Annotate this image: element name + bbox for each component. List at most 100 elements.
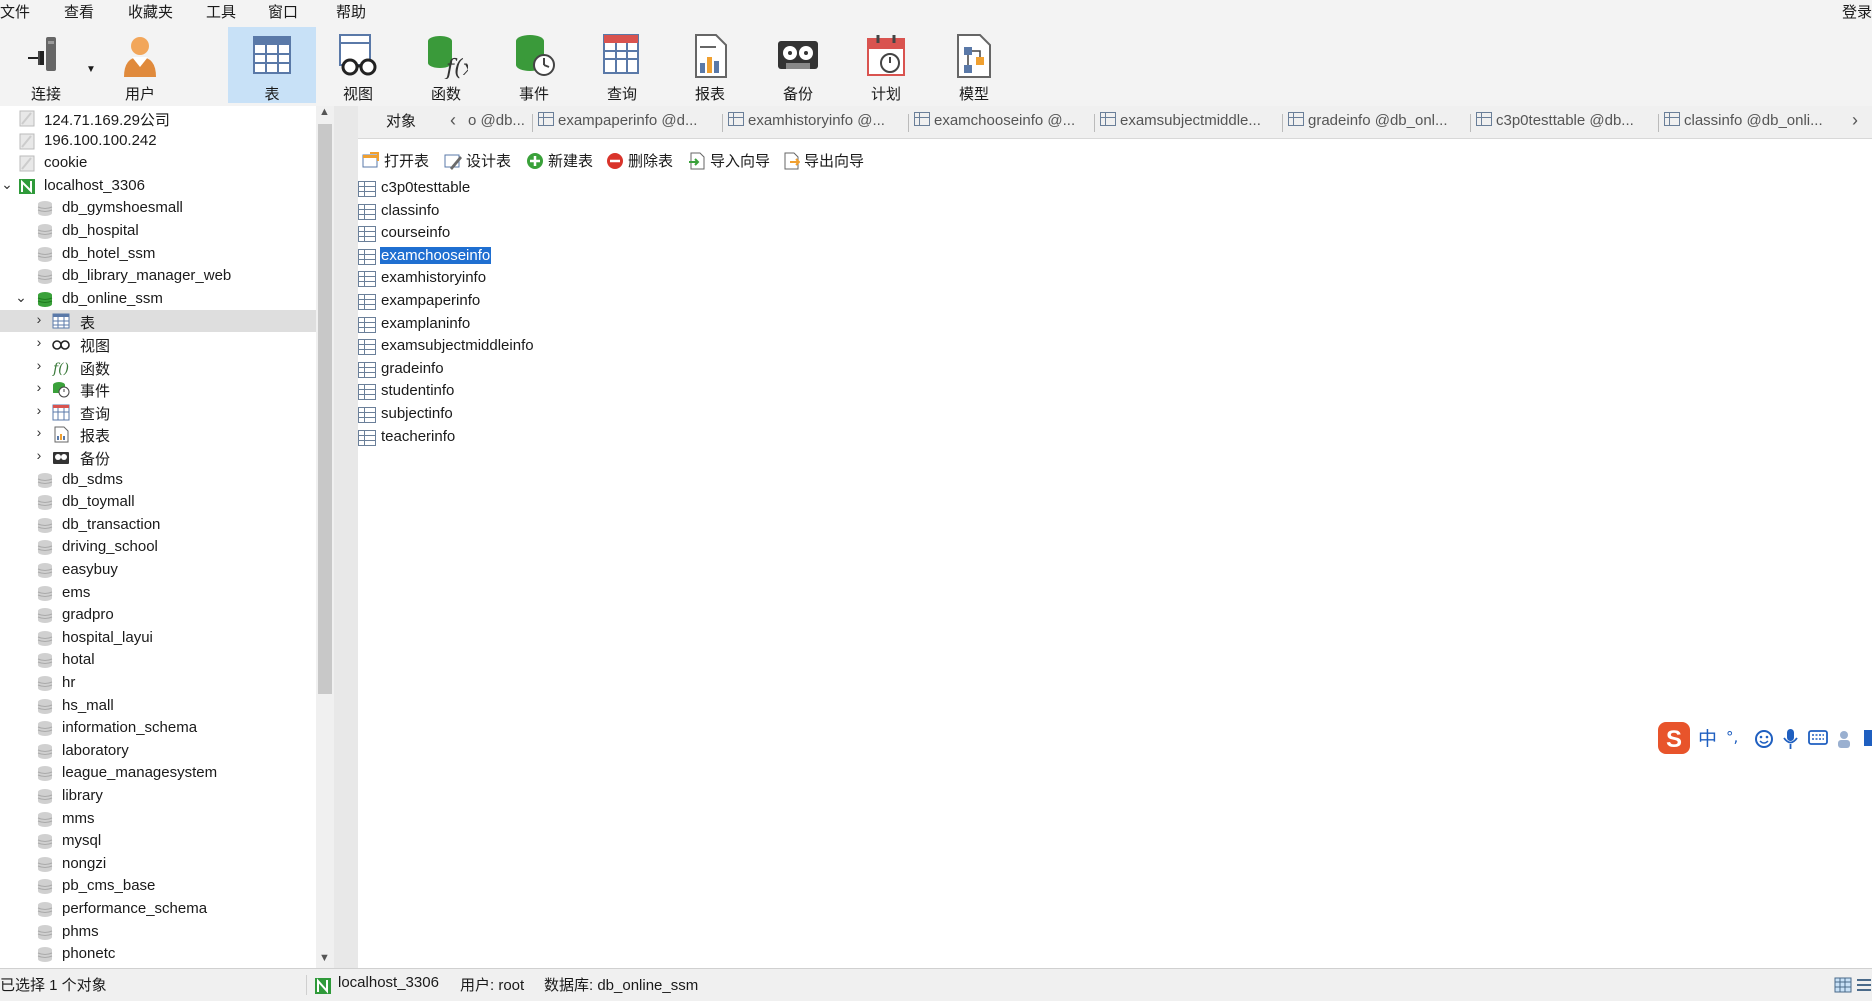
action-button-5[interactable]: 导出向导 (782, 150, 864, 171)
tab-scroll-left-icon[interactable]: ‹ (450, 110, 456, 131)
toolbox-icon[interactable] (1864, 730, 1872, 746)
menu-item-3[interactable]: 工具 (206, 1, 236, 22)
tree-item[interactable]: gradpro (0, 604, 316, 626)
action-button-3[interactable]: 删除表 (606, 150, 673, 171)
tree-item[interactable]: hospital_layui (0, 627, 316, 649)
document-tab[interactable]: classinfo @db_onli... (1664, 112, 1844, 134)
menu-item-4[interactable]: 窗口 (268, 1, 298, 22)
expand-icon[interactable]: › (32, 447, 46, 463)
tree-item[interactable]: ⌄ localhost_3306 (0, 175, 316, 197)
tree-item[interactable]: hr (0, 672, 316, 694)
expand-icon[interactable]: › (32, 334, 46, 350)
tab-scroll-right-icon[interactable]: › (1852, 110, 1858, 131)
document-tab[interactable]: o @db... (468, 112, 526, 134)
tree-item[interactable]: db_hotel_ssm (0, 243, 316, 265)
keyboard-icon[interactable] (1808, 730, 1828, 745)
tree-item[interactable]: library (0, 785, 316, 807)
tree-item[interactable]: › 报表 (0, 423, 316, 445)
toolbar-button-2[interactable]: 表 (228, 27, 316, 103)
collapse-icon[interactable]: ⌄ (14, 289, 28, 306)
tree-item[interactable]: › 事件 (0, 378, 316, 400)
action-button-4[interactable]: 导入向导 (688, 150, 770, 171)
expand-icon[interactable]: › (32, 424, 46, 440)
tree-item[interactable]: db_transaction (0, 514, 316, 536)
connection-dropdown-icon[interactable]: ▼ (86, 64, 96, 75)
tree-item[interactable]: phonetc (0, 943, 316, 965)
tree-item[interactable]: league_managesystem (0, 762, 316, 784)
tree-item[interactable]: › f() 函数 (0, 356, 316, 378)
tree-item[interactable]: › 查询 (0, 401, 316, 423)
tree-item[interactable]: db_toymall (0, 491, 316, 513)
menu-item-2[interactable]: 收藏夹 (128, 1, 173, 22)
login-button[interactable]: 登录 (1842, 1, 1872, 22)
tree-item[interactable]: performance_schema (0, 898, 316, 920)
action-button-0[interactable]: 打开表 (362, 150, 429, 171)
action-button-1[interactable]: 设计表 (444, 150, 511, 171)
sidebar-scroll-thumb[interactable] (318, 124, 332, 694)
toolbar-button-8[interactable]: 备份 (754, 27, 842, 103)
menu-item-1[interactable]: 查看 (64, 1, 94, 22)
tree-item[interactable]: information_schema (0, 717, 316, 739)
tree-item[interactable]: › 视图 (0, 333, 316, 355)
table-icon (914, 112, 930, 126)
toolbar-button-4[interactable]: f(x) 函数 (402, 27, 490, 103)
tree-item[interactable]: db_library_manager_web (0, 265, 316, 287)
skin-icon[interactable] (1838, 731, 1850, 748)
microphone-icon[interactable] (1783, 729, 1798, 749)
tab-objects[interactable]: 对象 (358, 106, 444, 138)
tree-item[interactable]: ⌄ db_online_ssm (0, 288, 316, 310)
ime-punct-label[interactable]: °, (1726, 728, 1738, 746)
document-tab[interactable]: c3p0testtable @db... (1476, 112, 1650, 134)
tree-item[interactable]: mms (0, 808, 316, 830)
grid-view-icon[interactable] (1834, 977, 1852, 993)
tree-item[interactable]: nongzi (0, 853, 316, 875)
expand-icon[interactable]: › (32, 357, 46, 373)
toolbar-button-6[interactable]: 查询 (578, 27, 666, 103)
menu-item-0[interactable]: 文件 (0, 1, 30, 22)
tree-item[interactable]: › 备份 (0, 446, 316, 468)
tree-item[interactable]: driving_school (0, 536, 316, 558)
sidebar-scrollbar[interactable]: ▲ ▼ (316, 106, 334, 968)
toolbar-button-0[interactable]: 连接 (2, 27, 90, 103)
ime-toolbar[interactable]: S 中 °, (1656, 720, 1872, 756)
tree-item[interactable]: db_gymshoesmall (0, 197, 316, 219)
tree-item[interactable]: 196.100.100.242 (0, 130, 316, 152)
list-view-icon[interactable] (1856, 977, 1872, 993)
collapse-icon[interactable]: ⌄ (0, 176, 14, 193)
tree-item[interactable]: easybuy (0, 559, 316, 581)
toolbar-button-7[interactable]: 报表 (666, 27, 754, 103)
tree-item[interactable]: phms (0, 921, 316, 943)
scroll-down-icon[interactable]: ▼ (319, 952, 330, 964)
tree-item[interactable]: cookie (0, 152, 316, 174)
toolbar-button-5[interactable]: 事件 (490, 27, 578, 103)
toolbar-button-3[interactable]: 视图 (314, 27, 402, 103)
table-icon (1288, 112, 1304, 126)
document-tab[interactable]: examchooseinfo @... (914, 112, 1086, 134)
ime-language-label[interactable]: 中 (1698, 728, 1717, 750)
tree-item[interactable]: db_hospital (0, 220, 316, 242)
menu-item-5[interactable]: 帮助 (336, 1, 366, 22)
tree-item[interactable]: laboratory (0, 740, 316, 762)
document-tab[interactable]: exampaperinfo @d... (538, 112, 714, 134)
tree-item[interactable]: 124.71.169.29公司 (0, 107, 316, 129)
expand-icon[interactable]: › (32, 311, 46, 327)
toolbar-button-1[interactable]: 用户 (96, 27, 184, 103)
document-tab[interactable]: examhistoryinfo @... (728, 112, 900, 134)
document-tab[interactable]: gradeinfo @db_onl... (1288, 112, 1462, 134)
tree-item[interactable]: hs_mall (0, 695, 316, 717)
toolbar-button-10[interactable]: 模型 (930, 27, 1018, 103)
expand-icon[interactable]: › (32, 402, 46, 418)
tree-item[interactable]: db_sdms (0, 469, 316, 491)
document-tab[interactable]: examsubjectmiddle... (1100, 112, 1274, 134)
expand-icon[interactable]: › (32, 379, 46, 395)
tree-item[interactable]: › 表 (0, 310, 316, 333)
tree-item[interactable]: mysql (0, 830, 316, 852)
tree-item[interactable]: hotal (0, 649, 316, 671)
action-button-2[interactable]: 新建表 (526, 150, 593, 171)
tree-item[interactable]: pb_cms_base (0, 875, 316, 897)
tree-item[interactable]: ems (0, 582, 316, 604)
pane-splitter[interactable] (334, 106, 358, 968)
toolbar-button-9[interactable]: 计划 (842, 27, 930, 103)
emoji-icon[interactable] (1755, 730, 1773, 748)
scroll-up-icon[interactable]: ▲ (319, 106, 330, 118)
